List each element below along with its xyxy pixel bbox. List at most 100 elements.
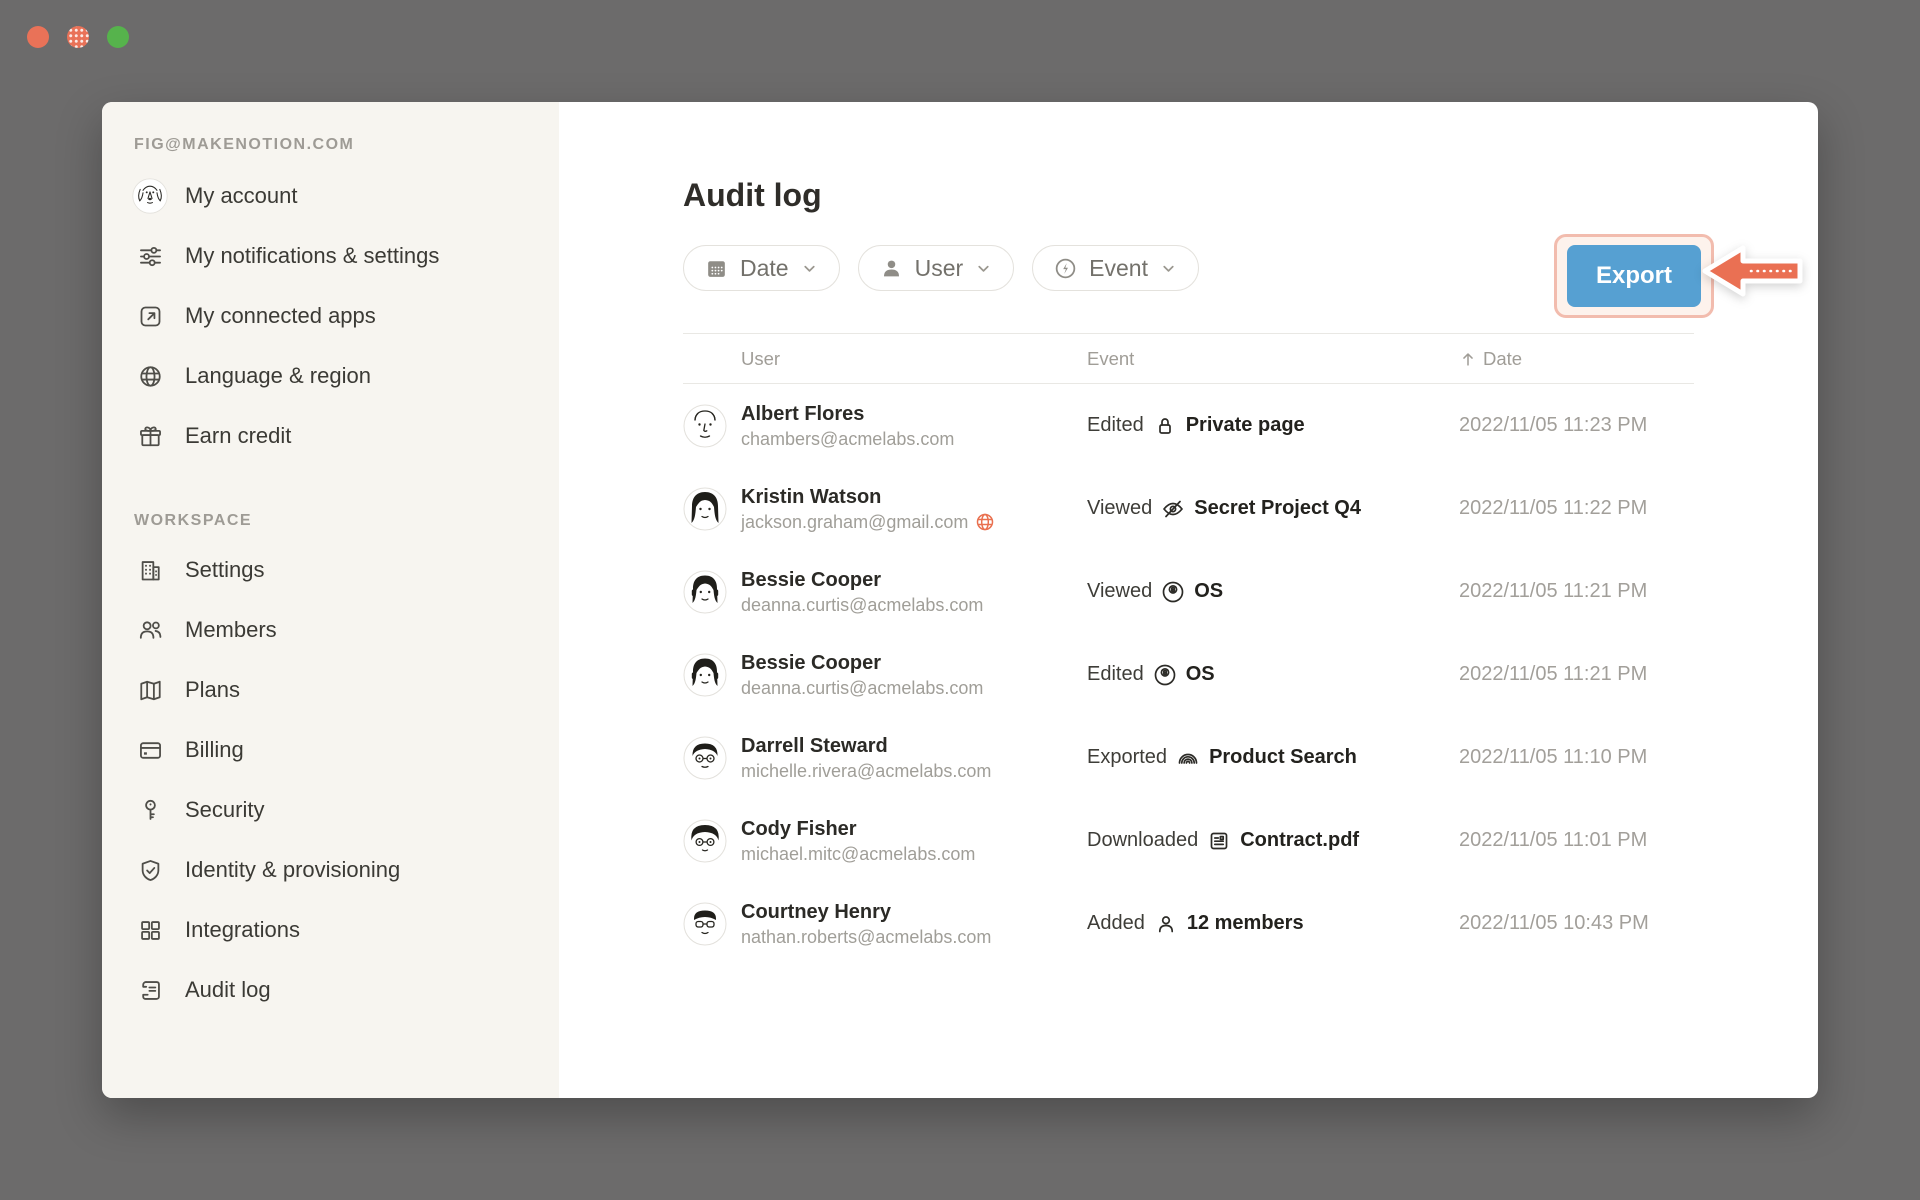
- sort-ascending-icon: [1459, 350, 1477, 368]
- sidebar-item-security[interactable]: Security: [132, 780, 559, 840]
- sidebar-item-label: Language & region: [185, 363, 371, 389]
- sidebar-item-notifications-settings[interactable]: My notifications & settings: [132, 226, 559, 286]
- event-date: 2022/11/05 10:43 PM: [1459, 912, 1694, 935]
- event-object: OS: [1186, 663, 1215, 686]
- sidebar-item-billing[interactable]: Billing: [132, 720, 559, 780]
- table-row: Courtney Henry nathan.roberts@acmelabs.c…: [683, 882, 1694, 965]
- event-date: 2022/11/05 11:21 PM: [1459, 663, 1694, 686]
- eye-off-icon: [1161, 497, 1185, 521]
- table-header-row: User Event Date: [683, 333, 1694, 384]
- avatar: [683, 404, 727, 448]
- avatar: [683, 487, 727, 531]
- table-row: Bessie Cooper deanna.curtis@acmelabs.com…: [683, 550, 1694, 633]
- sidebar-item-label: My notifications & settings: [185, 243, 439, 269]
- event-object: Product Search: [1209, 746, 1357, 769]
- sidebar-item-language-region[interactable]: Language & region: [132, 346, 559, 406]
- export-highlight-box: Export: [1554, 234, 1714, 318]
- chevron-down-icon: [1159, 259, 1178, 278]
- event-action: Exported: [1087, 746, 1167, 769]
- user-filter-label: User: [915, 255, 964, 282]
- sidebar-item-label: Members: [185, 617, 277, 643]
- close-window-button[interactable]: [27, 26, 49, 48]
- account-email-header: FIG@MAKENOTION.COM: [134, 136, 559, 154]
- user-filter-button[interactable]: User: [858, 245, 1015, 291]
- sidebar-item-label: Plans: [185, 677, 240, 703]
- event-date: 2022/11/05 11:01 PM: [1459, 829, 1694, 852]
- user-name: Albert Flores: [741, 401, 954, 428]
- settings-window: FIG@MAKENOTION.COM: [102, 102, 1818, 1098]
- user-email: nathan.roberts@acmelabs.com: [741, 926, 991, 949]
- table-row: Darrell Steward michelle.rivera@acmelabs…: [683, 716, 1694, 799]
- table-row: Albert Flores chambers@acmelabs.com Edit…: [683, 384, 1694, 467]
- date-filter-label: Date: [740, 255, 789, 282]
- map-icon: [132, 677, 168, 704]
- event-action: Edited: [1087, 663, 1144, 686]
- sidebar-item-label: My account: [185, 183, 298, 209]
- date-column-header[interactable]: Date: [1459, 348, 1694, 370]
- dog-avatar: [132, 178, 168, 214]
- sidebar-item-integrations[interactable]: Integrations: [132, 900, 559, 960]
- minimize-window-button[interactable]: [67, 26, 89, 48]
- user-name: Courtney Henry: [741, 899, 991, 926]
- members-icon: [132, 617, 168, 644]
- event-object: OS: [1194, 580, 1223, 603]
- event-date: 2022/11/05 11:22 PM: [1459, 497, 1694, 520]
- user-email: chambers@acmelabs.com: [741, 428, 954, 451]
- rainbow-icon: [1176, 746, 1200, 770]
- page-title: Audit log: [683, 174, 1694, 216]
- user-name: Darrell Steward: [741, 733, 991, 760]
- avatar: [683, 736, 727, 780]
- chevron-down-icon: [800, 259, 819, 278]
- event-date: 2022/11/05 11:23 PM: [1459, 414, 1694, 437]
- grid-icon: [132, 917, 168, 944]
- event-date: 2022/11/05 11:21 PM: [1459, 580, 1694, 603]
- eight-ball-icon: 8: [1161, 580, 1185, 604]
- sidebar-item-label: Security: [185, 797, 264, 823]
- external-link-icon: [132, 303, 168, 330]
- sidebar-item-my-account[interactable]: My account: [132, 166, 559, 226]
- export-button[interactable]: Export: [1567, 245, 1701, 307]
- event-action: Downloaded: [1087, 829, 1198, 852]
- event-action: Edited: [1087, 414, 1144, 437]
- table-row: Bessie Cooper deanna.curtis@acmelabs.com…: [683, 633, 1694, 716]
- credit-card-icon: [132, 737, 168, 764]
- user-email: deanna.curtis@acmelabs.com: [741, 594, 983, 617]
- zoom-window-button[interactable]: [107, 26, 129, 48]
- sidebar-item-label: Audit log: [185, 977, 271, 1003]
- event-column-header: Event: [1087, 348, 1459, 370]
- date-filter-button[interactable]: Date: [683, 245, 840, 291]
- eight-ball-icon: 8: [1153, 663, 1177, 687]
- avatar: [683, 902, 727, 946]
- event-date: 2022/11/05 11:10 PM: [1459, 746, 1694, 769]
- event-action: Viewed: [1087, 580, 1152, 603]
- person-icon: [879, 256, 904, 281]
- sidebar-item-earn-credit[interactable]: Earn credit: [132, 406, 559, 466]
- avatar: [683, 570, 727, 614]
- event-object: Private page: [1186, 414, 1305, 437]
- sidebar-item-plans[interactable]: Plans: [132, 660, 559, 720]
- user-name: Cody Fisher: [741, 816, 975, 843]
- lock-icon: [1153, 414, 1177, 438]
- event-filter-button[interactable]: Event: [1032, 245, 1199, 291]
- sidebar-item-identity-provisioning[interactable]: Identity & provisioning: [132, 840, 559, 900]
- bolt-icon: [1053, 256, 1078, 281]
- svg-text:8: 8: [1172, 587, 1175, 593]
- sidebar-item-settings[interactable]: Settings: [132, 540, 559, 600]
- sidebar-item-connected-apps[interactable]: My connected apps: [132, 286, 559, 346]
- user-name: Bessie Cooper: [741, 567, 983, 594]
- user-email: michael.mitc@acmelabs.com: [741, 843, 975, 866]
- user-email: deanna.curtis@acmelabs.com: [741, 677, 983, 700]
- sidebar-item-label: Earn credit: [185, 423, 291, 449]
- chevron-down-icon: [974, 259, 993, 278]
- sidebar-item-audit-log[interactable]: Audit log: [132, 960, 559, 1020]
- key-icon: [132, 797, 168, 824]
- document-icon: [1207, 829, 1231, 853]
- sidebar-item-members[interactable]: Members: [132, 600, 559, 660]
- gift-icon: [132, 423, 168, 450]
- person-outline-icon: [1154, 912, 1178, 936]
- avatar: [683, 653, 727, 697]
- building-icon: [132, 557, 168, 584]
- filter-bar: Date User: [683, 245, 1694, 291]
- sidebar-item-label: Billing: [185, 737, 244, 763]
- event-action: Viewed: [1087, 497, 1152, 520]
